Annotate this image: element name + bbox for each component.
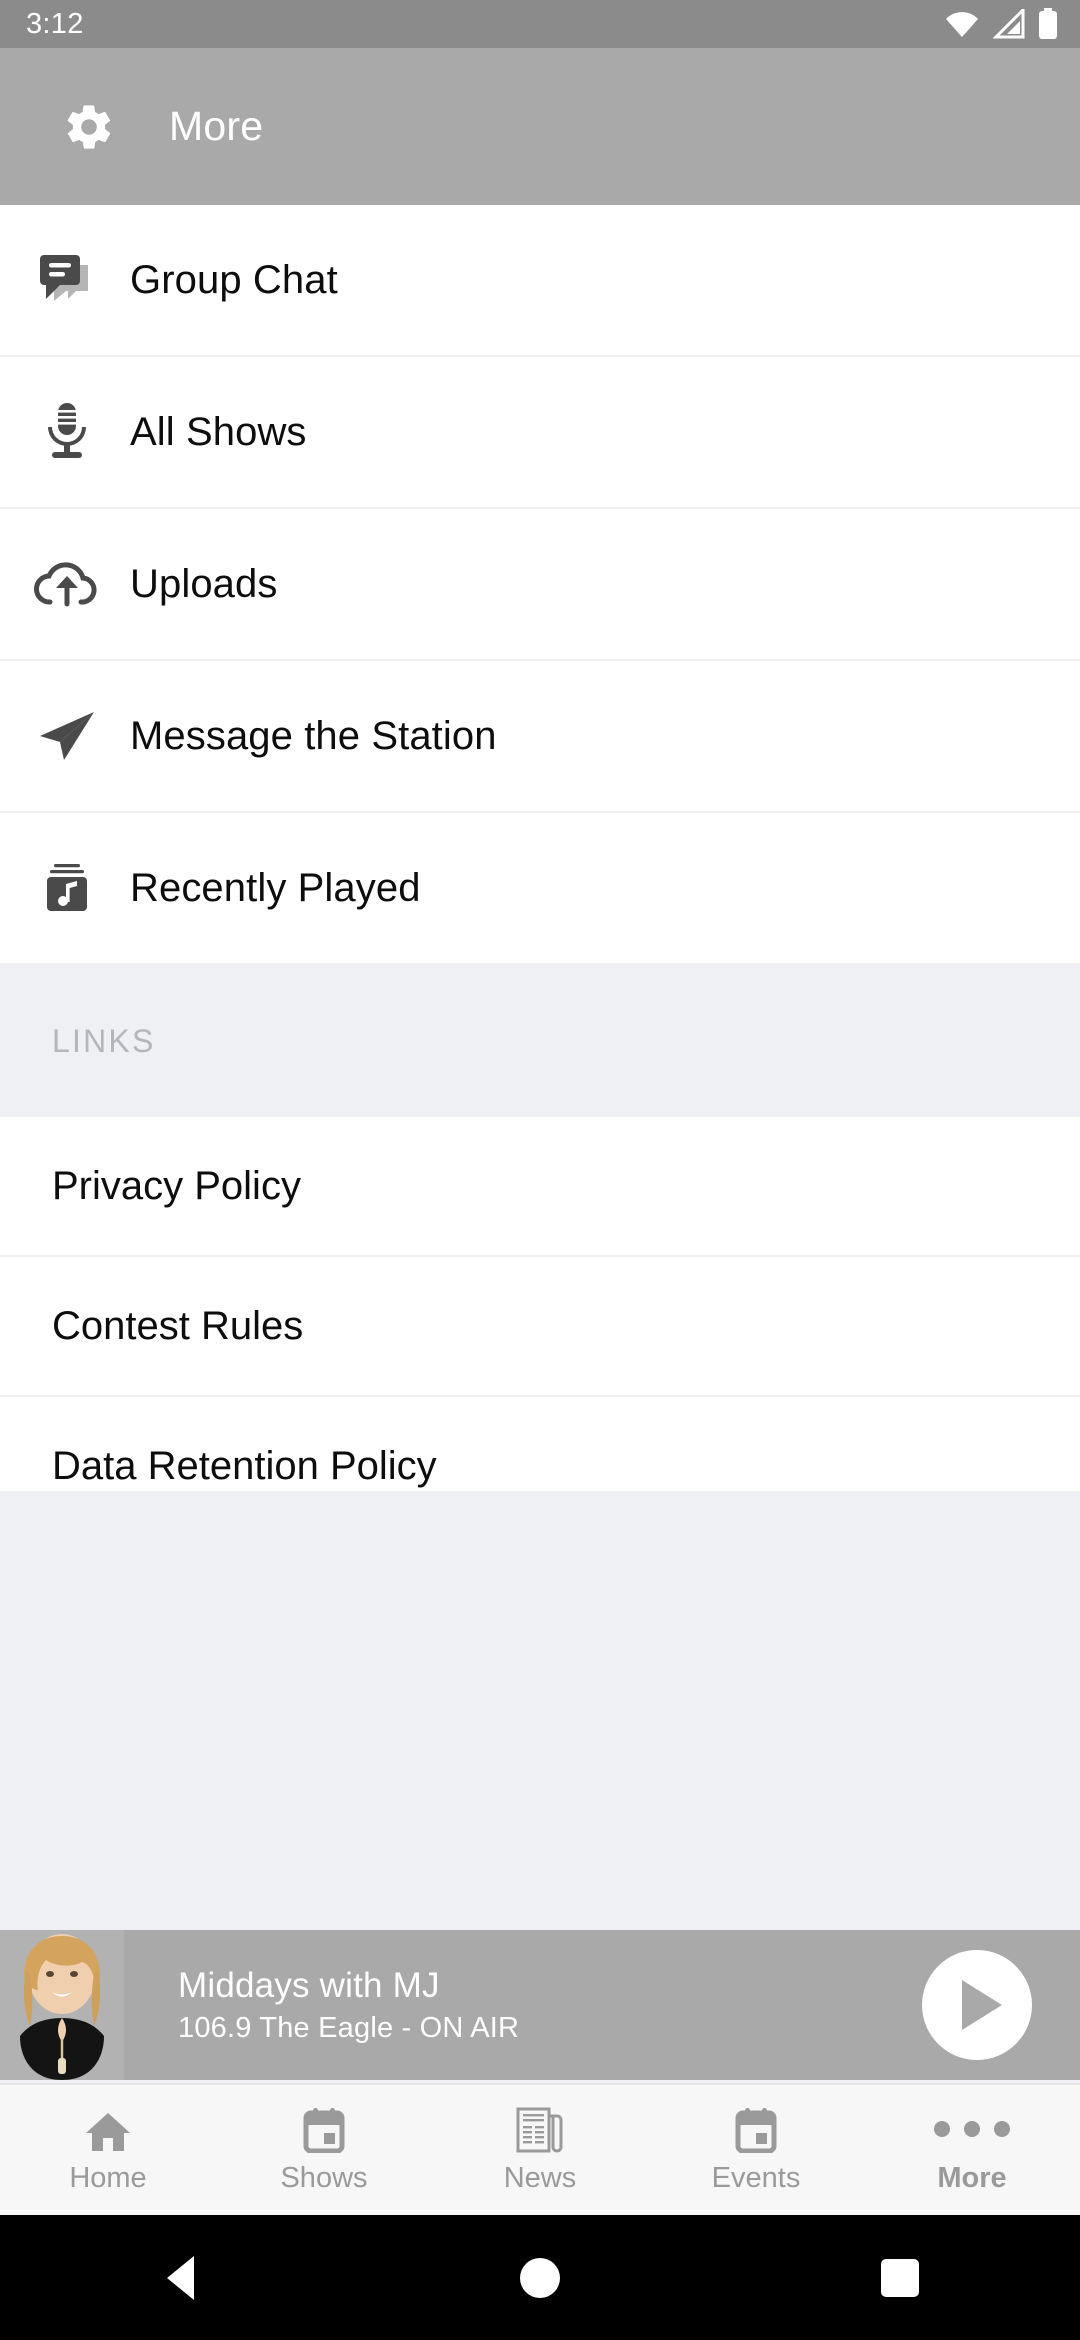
bottom-tab-bar: Home Shows News Events More [0, 2083, 1080, 2215]
tab-more[interactable]: More [864, 2084, 1080, 2216]
status-clock: 3:12 [26, 7, 84, 40]
menu-item-label: All Shows [130, 409, 307, 454]
home-circle-icon [520, 2257, 560, 2298]
phone-screen: 3:12 More Group Chat All Shows Uploads M… [0, 0, 1080, 2340]
tab-label: News [503, 2162, 577, 2194]
tab-home[interactable]: Home [0, 2084, 216, 2216]
calendar-icon [302, 2105, 346, 2153]
calendar-icon [734, 2105, 778, 2153]
menu-item-label: Recently Played [130, 865, 421, 910]
empty-content-area [0, 1491, 1080, 1933]
menu-item-uploads[interactable]: Uploads [0, 509, 1080, 661]
link-item-privacy-policy[interactable]: Privacy Policy [0, 1117, 1080, 1257]
link-item-label: Privacy Policy [52, 1163, 301, 1208]
system-navigation-bar [0, 2215, 1080, 2340]
play-icon [962, 1980, 1002, 2030]
link-item-contest-rules[interactable]: Contest Rules [0, 1257, 1080, 1397]
link-item-label: Data Retention Policy [52, 1443, 437, 1488]
chat-bubbles-icon [28, 251, 106, 309]
wifi-icon [944, 10, 980, 38]
tab-label: More [937, 2162, 1007, 2194]
links-section-header: LINKS [0, 965, 1080, 1117]
menu-item-recently-played[interactable]: Recently Played [0, 813, 1080, 965]
player-title: Middays with MJ [178, 1965, 440, 2005]
tab-shows[interactable]: Shows [216, 2084, 432, 2216]
more-menu-list: Group Chat All Shows Uploads Message the… [0, 205, 1080, 1537]
app-bar: More [0, 48, 1080, 205]
microphone-icon [28, 401, 106, 463]
paper-plane-icon [28, 708, 106, 764]
links-section-label: LINKS [52, 1022, 156, 1059]
link-item-label: Contest Rules [52, 1303, 304, 1348]
tab-events[interactable]: Events [648, 2084, 864, 2216]
tab-label: Home [69, 2162, 147, 2194]
tab-label: Events [711, 2162, 801, 2194]
status-bar: 3:12 [0, 0, 1080, 48]
tab-label: Shows [280, 2162, 368, 2194]
host-photo [0, 1930, 124, 2080]
recents-square-icon [881, 2258, 919, 2297]
menu-item-label: Message the Station [130, 713, 497, 758]
nav-home-button[interactable] [360, 2257, 720, 2298]
play-button[interactable] [922, 1950, 1032, 2060]
page-title: More [169, 103, 264, 149]
player-metadata: Middays with MJ 106.9 The Eagle - ON AIR [178, 1966, 519, 2045]
mini-player-bar[interactable]: Middays with MJ 106.9 The Eagle - ON AIR [0, 1930, 1080, 2080]
menu-item-label: Group Chat [130, 257, 338, 302]
home-icon [85, 2105, 131, 2153]
tab-news[interactable]: News [432, 2084, 648, 2216]
menu-item-group-chat[interactable]: Group Chat [0, 205, 1080, 357]
nav-recents-button[interactable] [720, 2258, 1080, 2297]
music-album-icon [28, 862, 106, 914]
cloud-upload-icon [28, 558, 106, 610]
nav-back-button[interactable] [0, 2255, 360, 2300]
ellipsis-icon [934, 2105, 1010, 2153]
battery-icon [1038, 8, 1058, 40]
menu-item-message-the-station[interactable]: Message the Station [0, 661, 1080, 813]
back-triangle-icon [166, 2255, 194, 2300]
status-icon-group [944, 8, 1058, 40]
cellular-signal-icon [993, 9, 1025, 39]
player-subtitle: 106.9 The Eagle - ON AIR [178, 2011, 520, 2044]
gear-icon [63, 101, 115, 153]
newspaper-icon [516, 2105, 564, 2153]
menu-item-all-shows[interactable]: All Shows [0, 357, 1080, 509]
menu-item-label: Uploads [130, 561, 278, 606]
